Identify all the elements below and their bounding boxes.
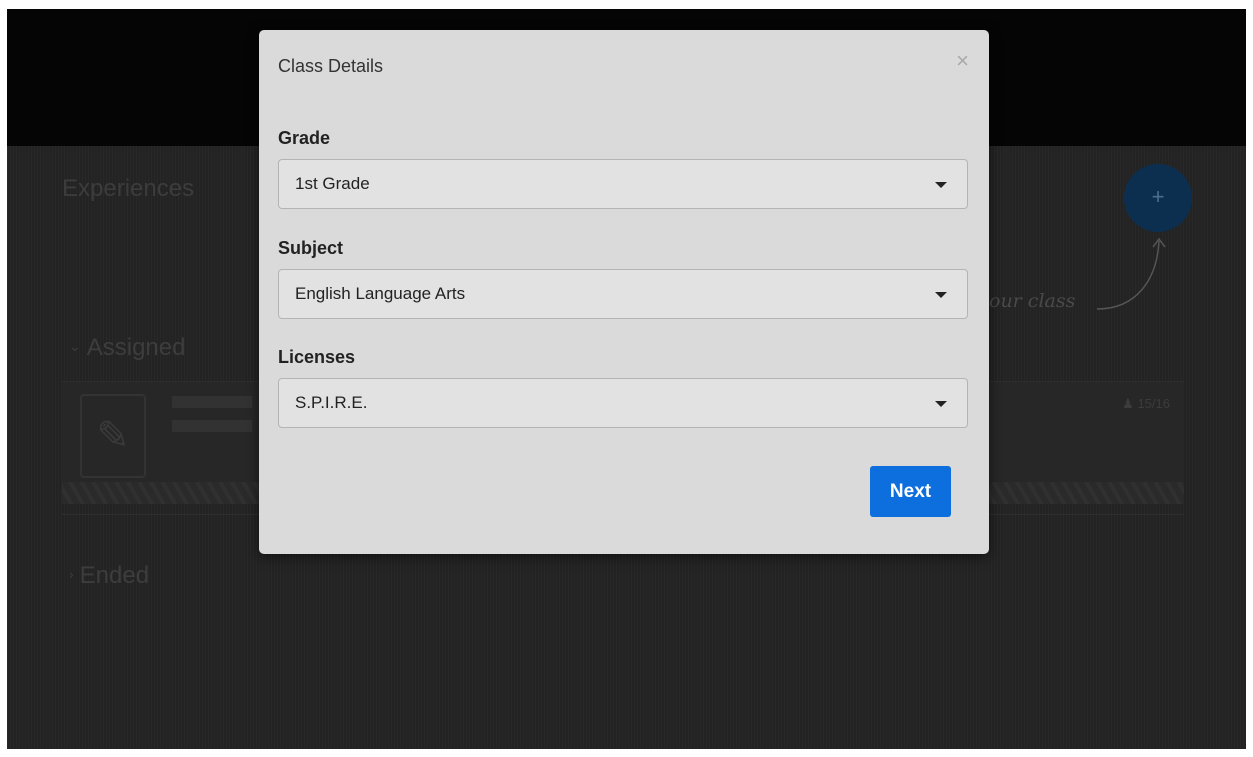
card-subtitle-placeholder — [172, 420, 252, 432]
subject-select[interactable]: English Language Arts — [278, 269, 968, 319]
licenses-select[interactable]: S.P.I.R.E. — [278, 378, 968, 428]
subject-select-value: English Language Arts — [295, 284, 466, 303]
close-icon[interactable]: × — [956, 50, 969, 72]
section-ended-label: Ended — [79, 562, 150, 589]
hint-arrow-icon — [1096, 237, 1166, 310]
caret-down-icon — [935, 182, 947, 188]
grade-select-value: 1st Grade — [295, 174, 370, 193]
chevron-right-icon: › — [69, 566, 74, 582]
caret-down-icon — [935, 292, 947, 298]
modal-title: Class Details — [278, 56, 384, 76]
chevron-down-icon: ⌄ — [69, 338, 81, 354]
next-button[interactable]: Next — [870, 466, 951, 517]
page-title: Experiences — [62, 175, 195, 202]
grade-label: Grade — [278, 128, 331, 148]
caret-down-icon — [935, 401, 947, 407]
hint-text: our class — [989, 290, 1076, 312]
subject-label: Subject — [278, 238, 344, 258]
licenses-select-value: S.P.I.R.E. — [295, 393, 368, 412]
section-assigned-label: Assigned — [86, 334, 186, 361]
add-class-button[interactable]: + — [1124, 164, 1192, 232]
class-details-modal: Class Details × Grade 1st Grade Subject … — [259, 30, 989, 554]
licenses-label: Licenses — [278, 347, 356, 367]
card-title-placeholder — [172, 396, 252, 408]
user-icon: ♟ — [1122, 396, 1138, 411]
section-ended[interactable]: › Ended — [69, 562, 149, 590]
student-count: ♟ 15/16 — [1122, 396, 1170, 412]
grade-select[interactable]: 1st Grade — [278, 159, 968, 209]
section-assigned[interactable]: ⌄ Assigned — [69, 334, 185, 362]
student-count-value: 15/16 — [1137, 396, 1170, 411]
book-icon: ✎ — [80, 394, 146, 478]
